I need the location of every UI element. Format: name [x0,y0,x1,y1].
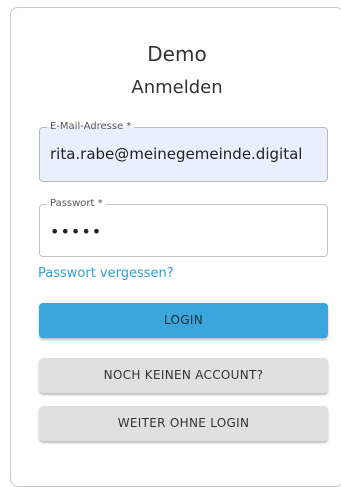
page-title: Anmelden [131,77,223,98]
login-button[interactable]: LOGIN [39,303,328,338]
app-title: Demo [147,42,207,66]
password-field-label: Passwort * [47,197,106,211]
forgot-password-link[interactable]: Passwort vergessen? [38,266,174,281]
signup-button[interactable]: NOCH KEINEN ACCOUNT? [39,358,328,393]
continue-without-login-button[interactable]: WEITER OHNE LOGIN [39,406,328,441]
password-field[interactable]: Passwort * ••••• [39,197,328,257]
email-field[interactable]: E-Mail-Adresse * rita.rabe@meinegemeinde… [39,120,328,182]
password-field-value[interactable]: ••••• [50,222,102,241]
email-field-label: E-Mail-Adresse * [47,120,135,134]
email-field-value[interactable]: rita.rabe@meinegemeinde.digital [50,145,302,163]
